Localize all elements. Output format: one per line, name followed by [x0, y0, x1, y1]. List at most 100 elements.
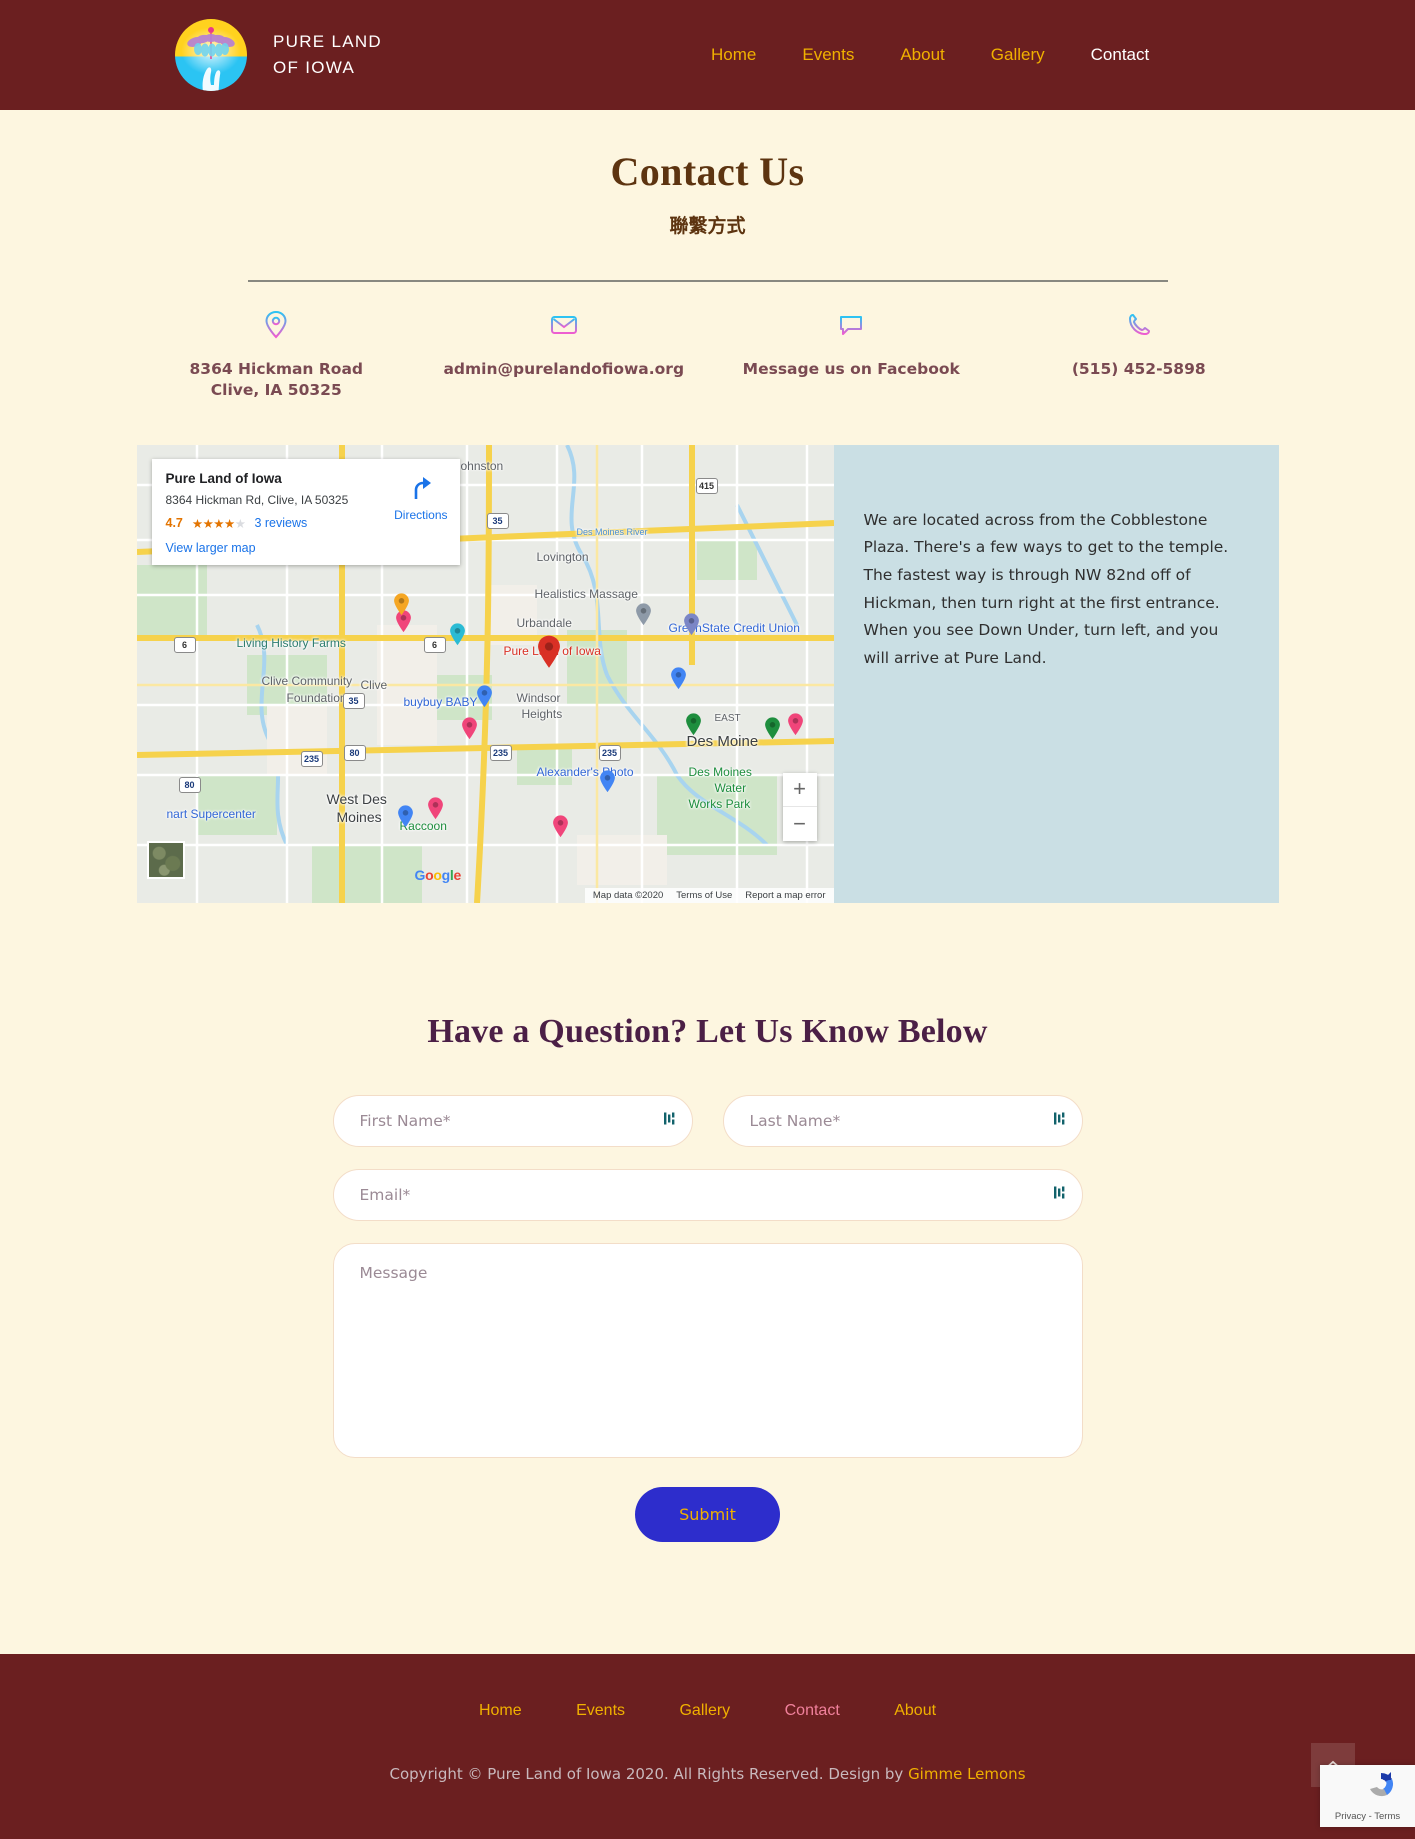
map-terms-link[interactable]: Terms of Use — [676, 890, 732, 901]
section-divider — [247, 280, 1168, 282]
map-label: Heights — [521, 706, 563, 721]
google-map[interactable]: Johnston Lovington Healistics Massage Urban… — [136, 444, 834, 903]
map-and-directions-block: Johnston Lovington Healistics Massage Urban… — [136, 444, 1279, 903]
heart-poi-pin[interactable] — [787, 713, 804, 736]
map-street-view-thumbnail[interactable] — [146, 840, 185, 879]
footer-nav-about[interactable]: About — [869, 1702, 961, 1719]
nav-item-events[interactable]: Events — [779, 45, 877, 65]
map-route-shield: 235 — [489, 744, 512, 761]
contact-item-phone[interactable]: (515) 452-5898 — [995, 308, 1283, 401]
brand-text: PURE LAND OF IOWA — [273, 29, 382, 82]
directions-note-panel: We are located across from the Cobblesto… — [833, 444, 1279, 903]
message-field-wrap — [332, 1242, 1083, 1463]
map-route-shield: 235 — [300, 750, 323, 767]
heart-poi-pin[interactable] — [552, 815, 569, 838]
map-label: Urbandale — [516, 615, 572, 630]
page-subtitle: 聯繫方式 — [669, 215, 746, 237]
main-location-pin[interactable] — [536, 635, 562, 669]
location-pin-icon — [133, 308, 421, 342]
map-label: Works Park — [688, 796, 751, 811]
rating-stars-icon: ★★★★★ — [191, 516, 246, 531]
contact-item-email[interactable]: admin@purelandofiowa.org — [420, 308, 708, 401]
footer-navigation[interactable]: Home Events Gallery Contact About — [0, 1702, 1415, 1720]
map-route-shield: 35 — [486, 512, 509, 529]
map-label: EAST — [714, 712, 741, 724]
heart-poi-pin[interactable] — [427, 797, 444, 820]
map-zoom-controls[interactable]: + − — [782, 772, 817, 841]
designer-link[interactable]: Gimme Lemons — [908, 1765, 1025, 1783]
orange-poi-dot[interactable] — [393, 593, 410, 616]
recaptcha-badge[interactable]: Privacy - Terms — [1320, 1765, 1415, 1827]
map-route-shield: 35 — [342, 692, 365, 709]
chat-bubble-icon — [708, 308, 996, 342]
map-reviews-link[interactable]: 3 reviews — [254, 516, 307, 530]
green-poi-pin[interactable] — [685, 713, 702, 736]
envelope-icon — [420, 308, 708, 342]
email-field-wrap — [332, 1168, 1083, 1221]
map-zoom-out-button[interactable]: − — [782, 806, 817, 841]
last-name-input[interactable] — [722, 1094, 1083, 1147]
footer-nav-gallery[interactable]: Gallery — [654, 1702, 755, 1719]
map-label: Healistics Massage — [534, 586, 638, 601]
brand-logo[interactable]: PURE LAND OF IOWA — [175, 19, 382, 91]
contact-facebook-label: Message us on Facebook — [742, 360, 960, 378]
rating-score: 4.7 — [165, 516, 183, 531]
directions-button[interactable]: Directions — [394, 475, 448, 522]
museum-poi-pin[interactable] — [449, 623, 466, 646]
directions-note-text: We are located across from the Cobblesto… — [863, 510, 1229, 667]
recaptcha-text: Privacy - Terms — [1334, 1811, 1401, 1822]
grey-poi-pin[interactable] — [635, 603, 652, 626]
map-label: Lovington — [536, 549, 589, 564]
lotus-hand-logo-icon — [175, 19, 247, 91]
map-label: Foundation — [286, 690, 347, 705]
shop-poi-pin[interactable] — [397, 805, 414, 828]
contact-info-strip: 8364 Hickman Road Clive, IA 50325 admin@p… — [133, 308, 1283, 401]
first-name-input[interactable] — [332, 1094, 693, 1147]
view-larger-map-link[interactable]: View larger map — [166, 541, 446, 555]
map-report-link[interactable]: Report a map error — [745, 890, 825, 901]
email-input[interactable] — [332, 1168, 1083, 1221]
bank-poi-pin[interactable] — [683, 613, 700, 636]
map-place-card[interactable]: Pure Land of Iowa 8364 Hickman Rd, Clive… — [151, 458, 460, 565]
map-route-shield: 6 — [173, 636, 196, 653]
main-navigation[interactable]: Home Events About Gallery Contact — [688, 45, 1172, 65]
form-title: Have a Question? Let Us Know Below — [427, 1012, 988, 1050]
map-label: Des Moines — [688, 764, 752, 779]
map-route-shield: 80 — [343, 744, 366, 761]
map-route-shield: 6 — [423, 636, 446, 653]
flag-poi-pin[interactable] — [670, 667, 687, 690]
map-attribution: Map data ©2020 Terms of Use Report a map… — [584, 887, 834, 903]
heart-poi-pin[interactable] — [461, 717, 478, 740]
footer-nav-contact[interactable]: Contact — [760, 1702, 865, 1719]
green-poi-pin[interactable] — [764, 717, 781, 740]
shop-poi-pin[interactable] — [476, 685, 493, 708]
copyright-text: Copyright © Pure Land of Iowa 2020. All … — [0, 1765, 1415, 1783]
nav-item-gallery[interactable]: Gallery — [968, 45, 1068, 65]
nav-item-contact[interactable]: Contact — [1068, 45, 1173, 65]
footer-nav-events[interactable]: Events — [551, 1702, 650, 1719]
page-heading-block: Contact Us 聯繫方式 — [0, 110, 1415, 238]
contact-item-address[interactable]: 8364 Hickman Road Clive, IA 50325 — [133, 308, 421, 401]
map-label: Windsor — [516, 690, 561, 705]
map-label: Water — [714, 780, 747, 795]
map-zoom-in-button[interactable]: + — [782, 772, 817, 807]
site-header: PURE LAND OF IOWA Home Events About Gall… — [0, 0, 1415, 110]
contact-form-section: Have a Question? Let Us Know Below First… — [0, 1013, 1415, 1542]
submit-button[interactable]: Submit — [635, 1486, 780, 1542]
camera-poi-pin[interactable] — [599, 770, 616, 793]
directions-label: Directions — [394, 507, 448, 522]
map-label: Johnston — [454, 458, 504, 473]
map-label: Des Moines River — [576, 526, 648, 537]
contact-email-label: admin@purelandofiowa.org — [443, 360, 685, 378]
contact-item-facebook[interactable]: Message us on Facebook — [708, 308, 996, 401]
message-textarea[interactable] — [332, 1242, 1083, 1458]
map-label: Living History Farms — [236, 635, 346, 650]
first-name-field-wrap — [332, 1094, 693, 1147]
contact-form[interactable]: Submit — [332, 1094, 1083, 1542]
map-route-shield: 235 — [598, 744, 621, 761]
google-logo: Google — [414, 866, 462, 883]
recaptcha-icon — [1370, 1772, 1394, 1797]
nav-item-about[interactable]: About — [877, 45, 967, 65]
footer-nav-home[interactable]: Home — [454, 1702, 547, 1719]
nav-item-home[interactable]: Home — [688, 45, 779, 65]
